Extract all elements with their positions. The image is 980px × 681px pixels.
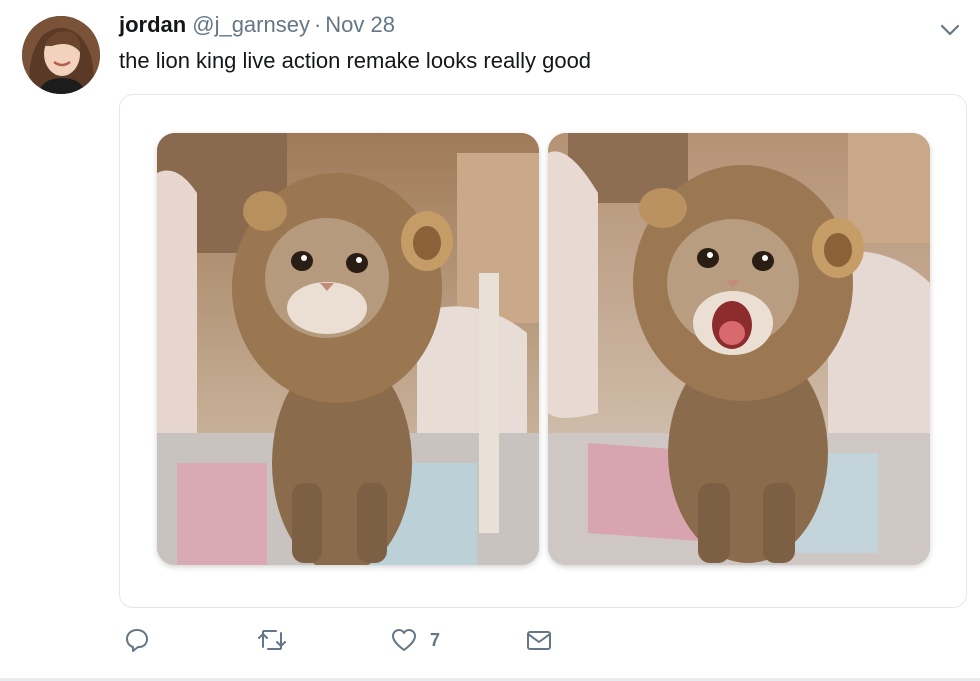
retweet-button[interactable] bbox=[256, 620, 288, 660]
photo-cat-roaring[interactable] bbox=[548, 133, 930, 565]
chevron-down-icon[interactable] bbox=[937, 18, 963, 42]
user-handle[interactable]: @j_garnsey bbox=[192, 12, 310, 37]
direct-message-button[interactable] bbox=[525, 620, 553, 660]
like-count: 7 bbox=[430, 629, 441, 650]
reply-button[interactable] bbox=[123, 620, 151, 660]
tweet-actions: 7 bbox=[0, 620, 980, 660]
tweet-text: the lion king live action remake looks r… bbox=[119, 48, 592, 73]
tweet-date[interactable]: Nov 28 bbox=[325, 12, 395, 37]
heart-icon bbox=[390, 626, 418, 654]
tweet-header: jordan @j_garnsey · Nov 28 bbox=[119, 10, 395, 40]
photo-cat-calm[interactable] bbox=[157, 133, 539, 565]
separator: · bbox=[313, 12, 322, 37]
envelope-icon bbox=[525, 626, 553, 654]
like-button[interactable]: 7 bbox=[390, 620, 440, 660]
avatar[interactable] bbox=[22, 16, 100, 94]
display-name[interactable]: jordan bbox=[119, 12, 186, 37]
retweet-icon bbox=[256, 626, 288, 654]
reply-icon bbox=[123, 626, 151, 654]
tweet[interactable]: jordan @j_garnsey · Nov 28 the lion king li… bbox=[0, 0, 980, 681]
